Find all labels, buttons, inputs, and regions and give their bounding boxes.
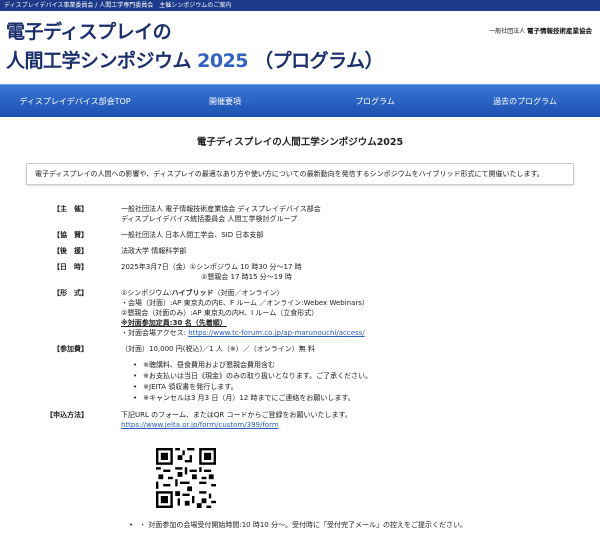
info-key: 【協 賛】 <box>53 231 88 239</box>
info-key: 【形 式】 <box>53 289 88 297</box>
list-item: ※お支払いは当日《現金》のみの取り扱いとなります。ご了承ください。 <box>133 371 372 382</box>
fee-line: （対面）10,000 円(税込)／1 人（※）／（オンライン）無 料 <box>121 345 315 353</box>
info-value: 一般社団法人 電子情報技術産業協会 ディスプレイデバイス部会 ディスプレイデバイ… <box>121 204 372 230</box>
info-value: ①シンポジウム:ハイブリッド（対面／オンライン） ・会場（対面）:AP 東京丸の… <box>121 288 372 344</box>
format-mode: （対面／オンライン） <box>213 289 284 297</box>
nav-item-program[interactable]: プログラム <box>300 96 450 107</box>
nav-item-overview[interactable]: 開催要項 <box>150 96 300 107</box>
info-row-support: 【後 援】 法政大学 情報科学部 <box>26 246 372 262</box>
info-row-organizer: 【主 催】 一般社団法人 電子情報技術産業協会 ディスプレイデバイス部会 ディス… <box>26 204 372 230</box>
top-banner: ディスプレイデバイス事業委員会 / 人間工学専門委員会 主催シンポジウムのご案内 <box>0 0 600 11</box>
nav-item-top[interactable]: ディスプレイデバイス部会TOP <box>0 96 150 107</box>
date-line: ②懇親会 17 時15 分～19 時 <box>201 273 292 281</box>
capacity-note: ※対面参加定員:30 名（先着順） <box>121 319 227 327</box>
info-row-date: 【日 時】 2025年3月7日（金）①シンポジウム 10 時30 分～17 時 … <box>26 262 372 288</box>
info-key: 【主 催】 <box>53 205 88 213</box>
page-title: 電子ディスプレイの人間工学シンポジウム2025 <box>196 137 404 148</box>
format-line: ・会場（対面）:AP 東京丸の内E、F ルーム ／オンライン:Webex Web… <box>121 299 369 307</box>
format-line: ・対面会場アクセス: https://www.tc-forum.co.jp/ap… <box>121 328 372 338</box>
list-item: ※聴講料、昼食費用および懇親会費用含む <box>133 360 372 371</box>
info-table: 【主 催】 一般社団法人 電子情報技術産業協会 ディスプレイデバイス部会 ディス… <box>26 204 372 436</box>
main-content: 電子ディスプレイの人間工学シンポジウム2025 電子ディスプレイの人間への影響や… <box>0 134 600 531</box>
info-row-fee: 【参加費】 （対面）10,000 円(税込)／1 人（※）／（オンライン）無 料… <box>26 344 372 410</box>
apply-line: 下記URL のフォーム、またはQR コードからご登録をお願いいたします。 <box>121 411 352 419</box>
info-key: 【申込方法】 <box>46 411 88 419</box>
main-nav: ディスプレイデバイス部会TOP 開催要項 プログラム 過去のプログラム <box>0 84 600 117</box>
org-prefix: 一般社団法人 <box>489 28 526 35</box>
fee-notes: ※聴講料、昼食費用および懇親会費用含む ※お支払いは当日《現金》のみの取り扱いと… <box>133 360 372 404</box>
site-title-main: 人間工学シンポジウム <box>6 50 192 72</box>
access-label: ・対面会場アクセス: <box>121 329 187 337</box>
info-value: （対面）10,000 円(税込)／1 人（※）／（オンライン）無 料 ※聴講料、… <box>121 344 372 410</box>
info-key: 【後 援】 <box>53 247 88 255</box>
info-row-cosponsor: 【協 賛】 一般社団法人 日本人間工学会、SID 日本支部 <box>26 230 372 246</box>
intro-box: 電子ディスプレイの人間への影響や、ディスプレイの最適なあり方や使い方についての最… <box>26 163 574 185</box>
access-link[interactable]: https://www.tc-forum.co.jp/ap-marunouchi… <box>188 329 364 337</box>
info-row-format: 【形 式】 ①シンポジウム:ハイブリッド（対面／オンライン） ・会場（対面）:A… <box>26 288 372 344</box>
apply-form-link[interactable]: https://www.jeita.or.jp/form/custom/399/… <box>121 421 279 429</box>
info-value: 2025年3月7日（金）①シンポジウム 10 時30 分～17 時 ②懇親会 1… <box>121 262 372 288</box>
format-line: ②懇親会（対面のみ）:AP 東京丸の内H、I ルーム（立食形式） <box>121 309 319 317</box>
site-title-year: 2025 <box>197 50 249 72</box>
qr-code-graphic <box>156 448 216 508</box>
info-value: 一般社団法人 日本人間工学会、SID 日本支部 <box>121 231 264 239</box>
info-value: 下記URL のフォーム、またはQR コードからご登録をお願いいたします。 htt… <box>121 410 372 436</box>
date-line: 2025年3月7日（金）①シンポジウム 10 時30 分～17 時 <box>121 263 302 271</box>
info-key: 【参加費】 <box>53 345 88 353</box>
qr-code-image[interactable] <box>156 448 216 508</box>
info-row-apply: 【申込方法】 下記URL のフォーム、またはQR コードからご登録をお願いいたし… <box>26 410 372 436</box>
format-line: ①シンポジウム:ハイブリッド（対面／オンライン） <box>121 288 372 298</box>
site-title-program: （プログラム） <box>254 50 384 72</box>
list-item: ※JEITA 領収書を発行します。 <box>133 382 372 393</box>
list-item: ※キャンセルは3 月3 日（月）12 時までにご連絡をお願いします。 <box>133 393 372 404</box>
organizer-line: ディスプレイデバイス統括委員会 人間工学検討グループ <box>121 215 298 223</box>
org-name: 電子情報技術産業協会 <box>527 27 592 35</box>
site-header: 電子ディスプレイの 人間工学シンポジウム 2025 （プログラム） 一般社団法人… <box>0 11 600 84</box>
site-title-line1: 電子ディスプレイの <box>6 21 172 43</box>
organization-logo[interactable]: 一般社団法人 電子情報技術産業協会 <box>489 25 592 35</box>
info-value: 法政大学 情報科学部 <box>121 247 187 255</box>
format-symposium-label: ①シンポジウム: <box>121 289 172 297</box>
bottom-notes: ・ 対面参加の会場受付開始時間:10 時10 分～。受付時に「受付完了メール」の… <box>129 520 574 531</box>
format-hybrid: ハイブリッド <box>171 289 214 297</box>
info-key: 【日 時】 <box>53 263 88 271</box>
list-item: ・ 対面参加の会場受付開始時間:10 時10 分～。受付時に「受付完了メール」の… <box>129 520 574 531</box>
organizer-line: 一般社団法人 電子情報技術産業協会 ディスプレイデバイス部会 <box>121 205 321 213</box>
site-title-line2: 人間工学シンポジウム 2025 （プログラム） <box>6 46 384 73</box>
nav-item-past-programs[interactable]: 過去のプログラム <box>450 96 600 107</box>
